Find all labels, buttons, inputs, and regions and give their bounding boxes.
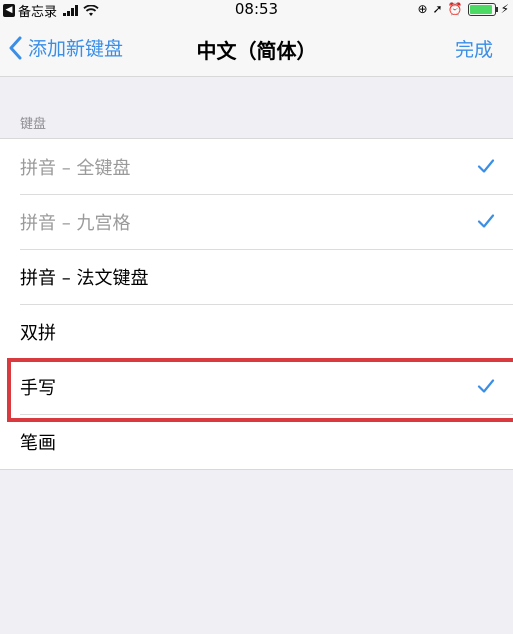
battery-icon (467, 2, 498, 16)
orientation-lock-icon: ⊕ (417, 2, 428, 16)
chevron-left-icon (9, 36, 22, 59)
list-item-label: 拼音 – 九宫格 (20, 212, 131, 234)
list-item-pinyin-french[interactable]: 拼音 – 法文键盘 (0, 249, 513, 304)
status-right: ⊕ ➚ ⏰ ⚡ (417, 2, 509, 16)
charging-icon: ⚡ (500, 2, 509, 16)
section-header: 键盘 (20, 117, 47, 132)
list-item-label: 笔画 (20, 432, 56, 454)
back-button[interactable]: 添加新键盘 (8, 34, 123, 61)
highlight-annotation-box (7, 358, 513, 422)
checkmark-icon (477, 159, 495, 173)
alarm-icon: ⏰ (447, 2, 463, 16)
list-item-shuangpin[interactable]: 双拼 (0, 304, 513, 359)
navigation-bar: 添加新键盘 中文（简体） 完成 (0, 20, 513, 77)
done-button[interactable]: 完成 (455, 35, 493, 62)
back-button-label: 添加新键盘 (28, 38, 124, 60)
list-item-label: 拼音 – 全键盘 (20, 157, 131, 179)
list-item-label: 拼音 – 法文键盘 (20, 267, 149, 289)
location-icon: ➚ (432, 2, 443, 16)
checkmark-icon (477, 214, 495, 228)
list-item-label: 双拼 (20, 322, 56, 344)
list-item-stroke[interactable]: 笔画 (0, 414, 513, 469)
list-item-pinyin-full[interactable]: 拼音 – 全键盘 (0, 139, 513, 194)
status-bar: ◀ 备忘录 08:53 ⊕ ➚ ⏰ ⚡ (0, 0, 513, 20)
list-item-pinyin-9key[interactable]: 拼音 – 九宫格 (0, 194, 513, 249)
